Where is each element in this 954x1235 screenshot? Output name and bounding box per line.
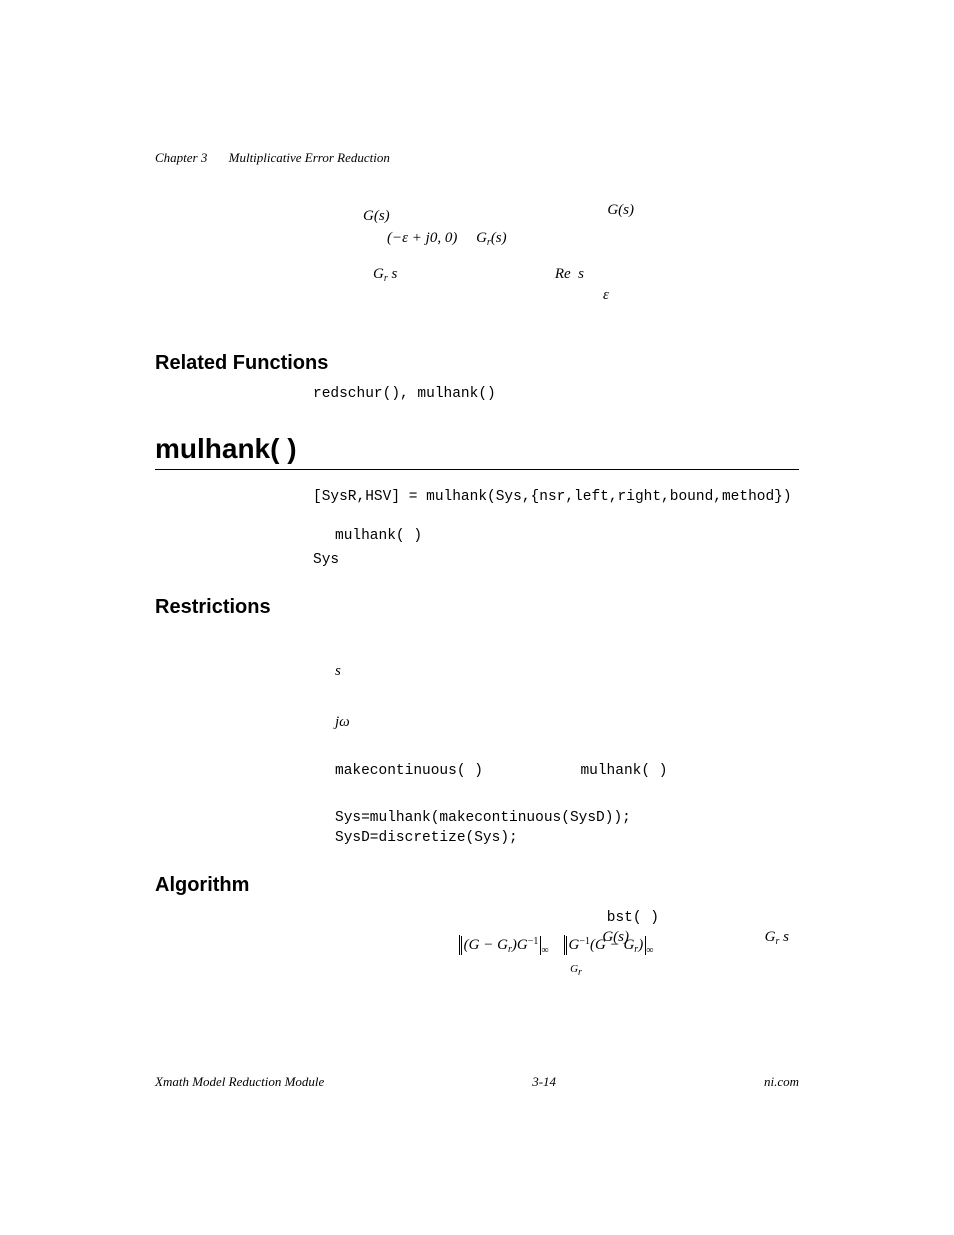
- related-functions-heading: Related Functions: [155, 352, 799, 375]
- algorithm-heading: Algorithm: [155, 874, 799, 897]
- syntax-line: [SysR,HSV] = mulhank(Sys,{nsr,left,right…: [313, 488, 799, 508]
- footer-right: ni.com: [764, 1074, 799, 1090]
- title-rule: [155, 469, 799, 470]
- algorithm-body: bst( ) G(s) Gr s (G − Gr)G−1∞ G−1(G − Gr…: [313, 907, 799, 967]
- page-footer: Xmath Model Reduction Module 3-14 ni.com: [155, 1074, 799, 1090]
- restriction-3a: makecontinuous( ): [335, 763, 483, 779]
- restrictions-heading: Restrictions: [155, 596, 799, 619]
- restriction-bullet-3: makecontinuous( ) mulhank( ): [335, 760, 799, 782]
- restriction-3b: mulhank( ): [580, 763, 667, 779]
- restrictions-body: s jω makecontinuous( ) mulhank( ) Sys=mu…: [313, 661, 799, 848]
- eq-line1: G(s): [363, 206, 799, 226]
- eq-line3-left: G: [373, 266, 384, 282]
- eq-line3: Gr s Re s: [373, 264, 799, 286]
- page: Chapter 3 Multiplicative Error Reduction…: [0, 0, 954, 1235]
- footer-center: 3-14: [532, 1074, 556, 1090]
- related-functions-list: redschur(), mulhank(): [313, 385, 799, 405]
- restriction-code-2: SysD=discretize(Sys);: [335, 829, 799, 849]
- algorithm-under-sub: r: [578, 967, 582, 978]
- eq-line3-mid: Re s: [555, 266, 584, 282]
- running-header: Chapter 3 Multiplicative Error Reduction: [155, 150, 799, 166]
- restriction-bullet-1: s: [335, 661, 799, 681]
- eq-line2-b-tail: (s): [491, 230, 507, 246]
- algorithm-under-g: G: [570, 963, 578, 975]
- syntax-desc-b: Sys: [313, 551, 799, 571]
- algorithm-bst-ref: bst( ): [607, 910, 659, 926]
- function-title: mulhank( ): [155, 433, 799, 465]
- eq-line3-left-tail: s: [388, 266, 398, 282]
- syntax-desc-a: mulhank( ): [335, 528, 422, 544]
- chapter-title: Multiplicative Error Reduction: [229, 150, 390, 165]
- intro-equation-block: G(s) G(s) (−ε + j0, 0) Gr(s) Gr s Re s ε: [313, 206, 799, 326]
- eq-line3-eps: ε: [603, 285, 799, 305]
- eq-line2-a: (−ε + j0, 0): [387, 230, 457, 246]
- eq-line2: (−ε + j0, 0) Gr(s): [387, 228, 799, 250]
- eq-line2-b: G: [476, 230, 487, 246]
- footer-left: Xmath Model Reduction Module: [155, 1074, 324, 1090]
- restriction-bullet-2: jω: [335, 712, 799, 732]
- algorithm-equation: (G − Gr)G−1∞ G−1(G − Gr)∞ Gr: [313, 935, 799, 967]
- eq-gs-right: G(s): [607, 200, 634, 220]
- restriction-code-1: Sys=mulhank(makecontinuous(SysD));: [335, 809, 799, 829]
- chapter-label: Chapter 3: [155, 150, 207, 165]
- syntax-desc: mulhank( ) Sys: [313, 525, 799, 570]
